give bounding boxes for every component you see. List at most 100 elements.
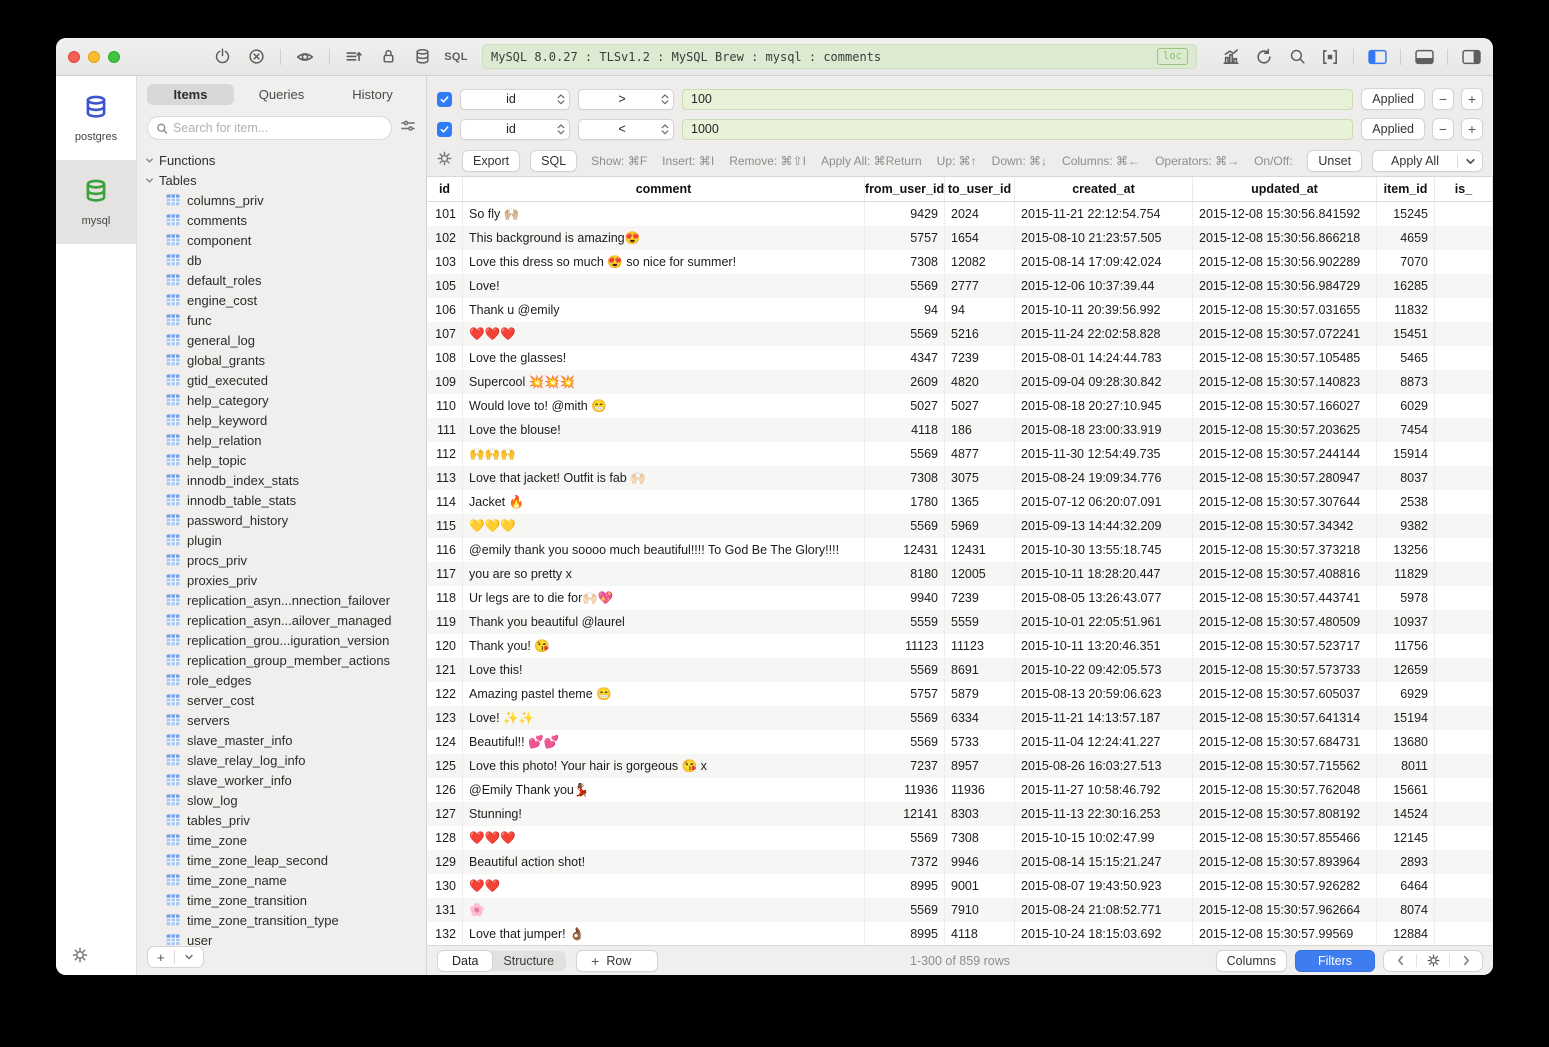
table-cell[interactable]: @Emily Thank you💃🏾	[463, 778, 865, 802]
table-cell[interactable]: 2015-12-08 15:30:56.866218	[1193, 226, 1377, 250]
table-cell[interactable]: 131	[427, 898, 463, 922]
table-cell[interactable]: 109	[427, 370, 463, 394]
sidebar-table-item[interactable]: general_log	[145, 330, 426, 350]
table-cell[interactable]	[1435, 466, 1493, 490]
zoom-window-button[interactable]	[108, 51, 120, 63]
table-cell[interactable]	[1435, 682, 1493, 706]
sidebar-table-item[interactable]: time_zone_transition_type	[145, 910, 426, 930]
connection-postgres[interactable]: postgres	[56, 76, 136, 160]
table-cell[interactable]: 2015-08-10 21:23:57.505	[1015, 226, 1193, 250]
table-cell[interactable]: Would love to! @mith 😁	[463, 394, 865, 418]
add-filter-button[interactable]: +	[1461, 88, 1483, 110]
table-cell[interactable]: 8180	[865, 562, 945, 586]
table-row[interactable]: 115💛💛💛556959692015-09-13 14:44:32.209201…	[427, 514, 1493, 538]
table-cell[interactable]: Amazing pastel theme 😁	[463, 682, 865, 706]
column-header[interactable]: item_id	[1377, 177, 1435, 201]
add-row-button[interactable]: + Row	[576, 950, 658, 972]
table-row[interactable]: 103Love this dress so much 😍 so nice for…	[427, 250, 1493, 274]
filter-enabled-checkbox[interactable]	[437, 92, 452, 107]
export-button[interactable]: Export	[462, 150, 520, 172]
filter-operator-select[interactable]: <	[578, 119, 674, 140]
table-cell[interactable]: 2015-12-08 15:30:56.841592	[1193, 202, 1377, 226]
table-cell[interactable]: 9429	[865, 202, 945, 226]
table-cell[interactable]: 2015-11-24 22:02:58.828	[1015, 322, 1193, 346]
applied-button[interactable]: Applied	[1361, 88, 1425, 110]
table-cell[interactable]: 116	[427, 538, 463, 562]
table-row[interactable]: 123Love! ✨✨556963342015-11-21 14:13:57.1…	[427, 706, 1493, 730]
table-cell[interactable]: 2015-12-08 15:30:57.684731	[1193, 730, 1377, 754]
table-cell[interactable]: 7239	[945, 346, 1015, 370]
table-cell[interactable]: 1780	[865, 490, 945, 514]
table-cell[interactable]: 2015-10-15 10:02:47.99	[1015, 826, 1193, 850]
table-cell[interactable]: 2015-12-08 15:30:57.480509	[1193, 610, 1377, 634]
table-row[interactable]: 116@emily thank you soooo much beautiful…	[427, 538, 1493, 562]
table-cell[interactable]: Thank u @emily	[463, 298, 865, 322]
table-cell[interactable]: 2015-08-01 14:24:44.783	[1015, 346, 1193, 370]
table-cell[interactable]: 2015-12-08 15:30:57.105485	[1193, 346, 1377, 370]
table-cell[interactable]	[1435, 802, 1493, 826]
table-cell[interactable]: 5569	[865, 442, 945, 466]
table-cell[interactable]: 12145	[1377, 826, 1435, 850]
sidebar-table-item[interactable]: procs_priv	[145, 550, 426, 570]
table-cell[interactable]: 130	[427, 874, 463, 898]
table-cell[interactable]: 2015-12-08 15:30:57.140823	[1193, 370, 1377, 394]
table-cell[interactable]: 15194	[1377, 706, 1435, 730]
structure-tab-button[interactable]: Structure	[489, 951, 566, 971]
table-row[interactable]: 120Thank you! 😘11123111232015-10-11 13:2…	[427, 634, 1493, 658]
filter-settings-gear-icon[interactable]	[437, 151, 452, 171]
table-cell[interactable]: 1365	[945, 490, 1015, 514]
sidebar-table-item[interactable]: tables_priv	[145, 810, 426, 830]
table-cell[interactable]: 2015-08-18 20:27:10.945	[1015, 394, 1193, 418]
add-item-menu-button[interactable]	[175, 947, 203, 967]
table-cell[interactable]: 123	[427, 706, 463, 730]
table-cell[interactable]: Love!	[463, 274, 865, 298]
table-cell[interactable]: 6464	[1377, 874, 1435, 898]
table-row[interactable]: 114Jacket 🔥178013652015-07-12 06:20:07.0…	[427, 490, 1493, 514]
tab-queries[interactable]: Queries	[238, 84, 325, 105]
add-item-button[interactable]: +	[148, 947, 174, 967]
table-row[interactable]: 132Love that jumper! 👌🏾899541182015-10-2…	[427, 922, 1493, 945]
panel-right-icon[interactable]	[1461, 47, 1481, 67]
table-cell[interactable]: 114	[427, 490, 463, 514]
table-cell[interactable]: 2015-08-24 21:08:52.771	[1015, 898, 1193, 922]
table-row[interactable]: 128❤️❤️❤️556973082015-10-15 10:02:47.992…	[427, 826, 1493, 850]
table-cell[interactable]: 2015-10-30 13:55:18.745	[1015, 538, 1193, 562]
table-cell[interactable]: 6029	[1377, 394, 1435, 418]
table-cell[interactable]: 14524	[1377, 802, 1435, 826]
table-cell[interactable]: 2015-09-04 09:28:30.842	[1015, 370, 1193, 394]
table-cell[interactable]: 13680	[1377, 730, 1435, 754]
table-cell[interactable]: 5569	[865, 322, 945, 346]
table-cell[interactable]: Beautiful!! 💕💕	[463, 730, 865, 754]
table-cell[interactable]: 186	[945, 418, 1015, 442]
table-cell[interactable]: 5879	[945, 682, 1015, 706]
table-cell[interactable]: 2015-12-08 15:30:57.99569	[1193, 922, 1377, 945]
table-cell[interactable]: Supercool 💥💥💥	[463, 370, 865, 394]
table-cell[interactable]	[1435, 922, 1493, 945]
table-cell[interactable]: 5569	[865, 274, 945, 298]
table-cell[interactable]: 119	[427, 610, 463, 634]
previous-page-button[interactable]	[1384, 951, 1416, 971]
unset-button[interactable]: Unset	[1307, 150, 1362, 172]
table-cell[interactable]: 2015-09-13 14:44:32.209	[1015, 514, 1193, 538]
table-cell[interactable]: 2015-12-08 15:30:56.984729	[1193, 274, 1377, 298]
table-cell[interactable]	[1435, 490, 1493, 514]
database-icon[interactable]	[412, 47, 432, 67]
table-cell[interactable]: 2015-11-27 10:58:46.792	[1015, 778, 1193, 802]
table-cell[interactable]: Jacket 🔥	[463, 490, 865, 514]
table-cell[interactable]: 11756	[1377, 634, 1435, 658]
column-header[interactable]: comment	[463, 177, 865, 201]
table-cell[interactable]: 2015-12-08 15:30:57.34342	[1193, 514, 1377, 538]
table-cell[interactable]: 5559	[945, 610, 1015, 634]
table-cell[interactable]: 13256	[1377, 538, 1435, 562]
table-cell[interactable]: 5569	[865, 898, 945, 922]
table-cell[interactable]: 12082	[945, 250, 1015, 274]
chevron-down-icon[interactable]	[1458, 156, 1482, 167]
table-cell[interactable]: 11123	[945, 634, 1015, 658]
table-cell[interactable]: 2015-12-08 15:30:57.808192	[1193, 802, 1377, 826]
table-cell[interactable]: 5559	[865, 610, 945, 634]
sidebar-table-item[interactable]: help_topic	[145, 450, 426, 470]
table-cell[interactable]: 9940	[865, 586, 945, 610]
table-row[interactable]: 129Beautiful action shot!737299462015-08…	[427, 850, 1493, 874]
sidebar-table-item[interactable]: help_category	[145, 390, 426, 410]
table-cell[interactable]: 2015-10-11 20:39:56.992	[1015, 298, 1193, 322]
